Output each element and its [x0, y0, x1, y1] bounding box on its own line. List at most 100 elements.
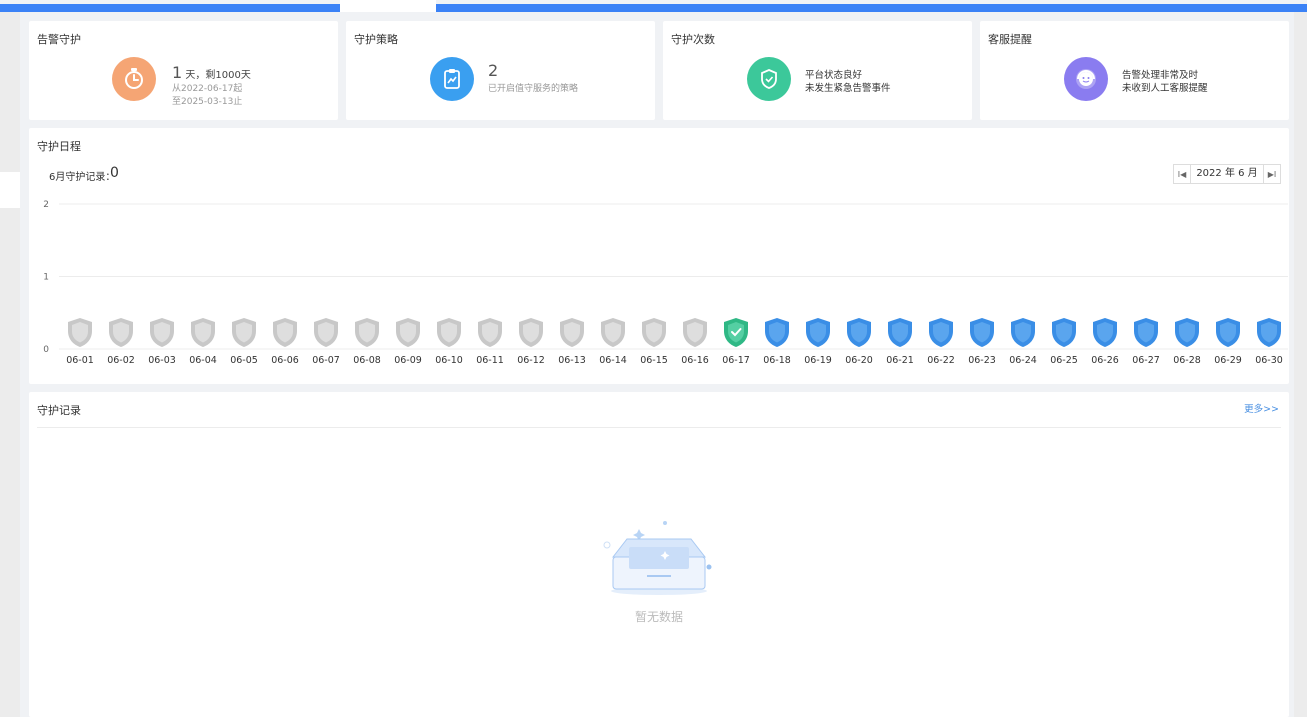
- x-tick-label: 06-10: [435, 355, 463, 366]
- day-shield-06-14[interactable]: [601, 318, 625, 347]
- day-shield-06-30[interactable]: [1257, 318, 1281, 347]
- strategy-desc: 已开启值守服务的策略: [488, 84, 579, 94]
- x-tick-label: 06-15: [640, 355, 668, 366]
- day-shield-06-17[interactable]: [724, 318, 748, 347]
- x-tick-label: 06-16: [681, 355, 709, 366]
- guard-strategy-title: 守护策略: [354, 33, 398, 46]
- guard-days-remaining: 天，剩1000天: [182, 70, 251, 81]
- shield-check-icon: [747, 57, 791, 101]
- empty-box-icon: [603, 521, 712, 595]
- x-tick-label: 06-07: [312, 355, 340, 366]
- no-manual-reminder: 未收到人工客服提醒: [1122, 83, 1208, 94]
- day-shield-06-21[interactable]: [888, 318, 912, 347]
- x-tick-label: 06-14: [599, 355, 627, 366]
- clipboard-chart-icon: [430, 57, 474, 101]
- x-tick-label: 06-29: [1214, 355, 1242, 366]
- guard-days-number: 1: [172, 63, 183, 82]
- guard-count-card: 守护次数 平台状态良好 未发生紧急告警事件: [663, 21, 972, 120]
- day-shield-06-09[interactable]: [396, 318, 420, 347]
- x-tick-label: 06-13: [558, 355, 586, 366]
- day-shield-06-18[interactable]: [765, 318, 789, 347]
- day-shield-06-10[interactable]: [437, 318, 461, 347]
- day-shield-06-19[interactable]: [806, 318, 830, 347]
- x-tick-label: 06-09: [394, 355, 422, 366]
- day-shield-06-12[interactable]: [519, 318, 543, 347]
- x-tick-label: 06-26: [1091, 355, 1119, 366]
- day-shield-06-03[interactable]: [150, 318, 174, 347]
- y-tick-label: 2: [43, 200, 49, 210]
- x-tick-label: 06-01: [66, 355, 94, 366]
- day-shield-06-05[interactable]: [232, 318, 256, 347]
- day-shield-06-27[interactable]: [1134, 318, 1158, 347]
- records-title: 守护记录: [37, 404, 81, 417]
- day-shield-06-13[interactable]: [560, 318, 584, 347]
- day-shield-06-06[interactable]: [273, 318, 297, 347]
- guard-start-date: 从2022-06-17起: [172, 84, 243, 94]
- alert-guard-card: 告警守护 1 天，剩1000天 从2022-06-17起 至2025-03-13…: [29, 21, 338, 120]
- x-tick-label: 06-23: [968, 355, 996, 366]
- x-tick-label: 06-18: [763, 355, 791, 366]
- customer-service-icon: [1064, 57, 1108, 101]
- x-tick-label: 06-05: [230, 355, 258, 366]
- right-scrollbar[interactable]: [1294, 12, 1307, 717]
- guard-schedule-card: 守护日程 6月守护记录： 0 I◀ 2022 年 6 月 ▶I 0 1 2 06-01…: [29, 128, 1289, 384]
- x-tick-label: 06-17: [722, 355, 750, 366]
- x-tick-label: 06-22: [927, 355, 955, 366]
- guard-days: 1 天，剩1000天: [172, 63, 251, 82]
- guard-end-date: 至2025-03-13止: [172, 97, 243, 107]
- platform-status: 平台状态良好: [805, 70, 863, 81]
- x-tick-label: 06-21: [886, 355, 914, 366]
- day-shield-06-15[interactable]: [642, 318, 666, 347]
- day-shield-06-07[interactable]: [314, 318, 338, 347]
- no-urgent-alerts: 未发生紧急告警事件: [805, 83, 891, 94]
- day-shield-06-02[interactable]: [109, 318, 133, 347]
- x-tick-label: 06-03: [148, 355, 176, 366]
- alert-guard-title: 告警守护: [37, 33, 81, 46]
- records-divider: [37, 427, 1281, 428]
- left-rail: [0, 12, 20, 717]
- guard-count-title: 守护次数: [671, 33, 715, 46]
- x-tick-label: 06-08: [353, 355, 381, 366]
- day-shield-06-28[interactable]: [1175, 318, 1199, 347]
- day-shield-06-16[interactable]: [683, 318, 707, 347]
- guard-strategy-card: 守护策略 2 已开启值守服务的策略: [346, 21, 655, 120]
- x-tick-label: 06-06: [271, 355, 299, 366]
- day-shield-06-24[interactable]: [1011, 318, 1035, 347]
- handling-timely: 告警处理非常及时: [1122, 70, 1199, 81]
- stopwatch-icon: [112, 57, 156, 101]
- x-tick-label: 06-24: [1009, 355, 1037, 366]
- tab-bar-left[interactable]: [0, 4, 340, 12]
- day-shield-06-04[interactable]: [191, 318, 215, 347]
- day-shield-06-23[interactable]: [970, 318, 994, 347]
- day-shield-06-08[interactable]: [355, 318, 379, 347]
- left-rail-marker[interactable]: [0, 172, 20, 208]
- x-tick-label: 06-30: [1255, 355, 1283, 366]
- x-tick-label: 06-28: [1173, 355, 1201, 366]
- strategy-count: 2: [488, 61, 499, 80]
- x-tick-label: 06-04: [189, 355, 217, 366]
- x-tick-label: 06-19: [804, 355, 832, 366]
- day-shield-06-11[interactable]: [478, 318, 502, 347]
- service-reminder-card: 客服提醒 告警处理非常及时 未收到人工客服提醒: [980, 21, 1289, 120]
- x-tick-label: 06-12: [517, 355, 545, 366]
- x-tick-label: 06-27: [1132, 355, 1160, 366]
- day-shield-06-20[interactable]: [847, 318, 871, 347]
- day-shield-06-25[interactable]: [1052, 318, 1076, 347]
- more-link[interactable]: 更多>>: [1244, 401, 1279, 415]
- day-shield-06-29[interactable]: [1216, 318, 1240, 347]
- x-tick-label: 06-02: [107, 355, 135, 366]
- top-tab-bar: [0, 0, 1307, 12]
- y-tick-label: 0: [43, 345, 49, 355]
- day-shield-06-22[interactable]: [929, 318, 953, 347]
- active-tab[interactable]: [340, 0, 436, 12]
- guard-schedule-chart: 0 1 2 06-01 06-02 06-03 06-04 06-05 06-06 06-07 06…: [43, 200, 1288, 366]
- y-tick-label: 1: [43, 273, 49, 283]
- day-shield-06-01[interactable]: [68, 318, 92, 347]
- x-tick-label: 06-11: [476, 355, 504, 366]
- service-reminder-title: 客服提醒: [988, 33, 1032, 46]
- x-tick-label: 06-25: [1050, 355, 1078, 366]
- empty-text: 暂无数据: [634, 610, 683, 624]
- guard-records-card: 守护记录 更多>> 暂无数据: [29, 392, 1289, 717]
- tab-bar-right[interactable]: [436, 4, 1307, 12]
- day-shield-06-26[interactable]: [1093, 318, 1117, 347]
